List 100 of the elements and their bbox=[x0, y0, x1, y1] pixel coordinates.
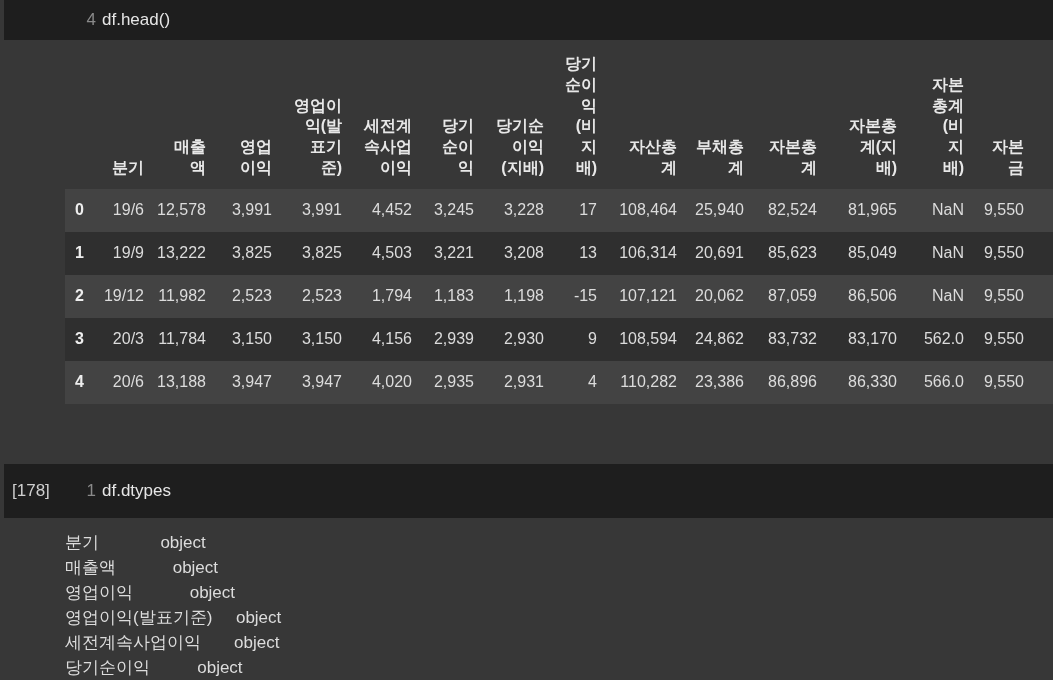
table-cell: 3,228 bbox=[480, 188, 550, 232]
table-cell: -15 bbox=[550, 274, 603, 318]
column-header: 자본총계(지배) bbox=[848, 116, 897, 178]
table-cell: 11,784 bbox=[150, 317, 212, 361]
table-cell: 9,550 bbox=[970, 360, 1030, 404]
table-cell: 2,935 bbox=[418, 360, 480, 404]
table-cell: 13 bbox=[550, 231, 603, 275]
table-cell: 86,330 bbox=[823, 360, 903, 404]
table-cell: 20,691 bbox=[683, 231, 750, 275]
table-cell: 19/9 bbox=[100, 231, 150, 275]
column-header: 자본금 bbox=[991, 137, 1024, 178]
table-cell: 12,578 bbox=[150, 188, 212, 232]
table-cell: 19/12 bbox=[100, 274, 150, 318]
table-cell: 3,825 bbox=[278, 231, 348, 275]
code-cell[interactable]: [178] 1 df.dtypes bbox=[4, 464, 1053, 518]
table-cell: 566.0 bbox=[903, 360, 970, 404]
table-cell: 13,188 bbox=[150, 360, 212, 404]
table-cell: 4,452 bbox=[348, 188, 418, 232]
table-cell: 85,049 bbox=[823, 231, 903, 275]
table-cell: 25,940 bbox=[683, 188, 750, 232]
table-cell: 3,150 bbox=[212, 317, 278, 361]
table-cell: 83,170 bbox=[823, 317, 903, 361]
table-cell: 1,183 bbox=[418, 274, 480, 318]
table-cell: 3,221 bbox=[418, 231, 480, 275]
line-number: 4 bbox=[85, 10, 96, 30]
table-cell: 1,198 bbox=[480, 274, 550, 318]
column-header: 당기순이익(비지배) bbox=[564, 54, 597, 178]
row-index: 2 bbox=[65, 274, 100, 318]
column-header: 당기순이익 bbox=[441, 116, 474, 178]
table-cell: 3,208 bbox=[480, 231, 550, 275]
table-cell: 2,523 bbox=[278, 274, 348, 318]
column-header: 자산총계 bbox=[628, 137, 677, 178]
table-cell: 82,524 bbox=[750, 188, 823, 232]
table-cell: 4,020 bbox=[348, 360, 418, 404]
table-cell: 108,464 bbox=[603, 188, 683, 232]
table-cell: 9,550 bbox=[970, 317, 1030, 361]
cell-prompt: [178] bbox=[11, 481, 51, 501]
table-cell: NaN bbox=[903, 188, 970, 232]
dtypes-line: 당기순이익 object bbox=[65, 657, 243, 679]
column-header: 자본총계(비지배) bbox=[931, 74, 964, 178]
table-cell: 4,156 bbox=[348, 317, 418, 361]
table-cell: 86,506 bbox=[823, 274, 903, 318]
table-cell: 3,825 bbox=[212, 231, 278, 275]
table-cell: 85,623 bbox=[750, 231, 823, 275]
table-cell: 1,794 bbox=[348, 274, 418, 318]
table-cell: 20,062 bbox=[683, 274, 750, 318]
table-cell: 3,150 bbox=[278, 317, 348, 361]
table-cell: 20/3 bbox=[100, 317, 150, 361]
table-cell: 3,991 bbox=[212, 188, 278, 232]
dtypes-line: 분기 object bbox=[65, 532, 206, 554]
table-cell: 3,947 bbox=[278, 360, 348, 404]
table-cell: 86,896 bbox=[750, 360, 823, 404]
table-cell: 3,245 bbox=[418, 188, 480, 232]
row-index: 4 bbox=[65, 360, 100, 404]
table-cell: 2,930 bbox=[480, 317, 550, 361]
column-header: 매출액 bbox=[173, 137, 206, 178]
table-cell: 9,550 bbox=[970, 274, 1030, 318]
table-cell: 3,991 bbox=[278, 188, 348, 232]
code-cell[interactable]: 4 df.head() bbox=[4, 0, 1053, 40]
table-cell: 107,121 bbox=[603, 274, 683, 318]
row-index: 3 bbox=[65, 317, 100, 361]
table-cell: 20/6 bbox=[100, 360, 150, 404]
table-cell: NaN bbox=[903, 231, 970, 275]
table-cell: 2,931 bbox=[480, 360, 550, 404]
table-cell: 9,550 bbox=[970, 231, 1030, 275]
table-cell: 108,594 bbox=[603, 317, 683, 361]
table-cell: 4 bbox=[550, 360, 603, 404]
table-cell: 83,732 bbox=[750, 317, 823, 361]
table-cell: 9 bbox=[550, 317, 603, 361]
table-cell: 17 bbox=[550, 188, 603, 232]
column-header: 영업이익(발표기준) bbox=[293, 95, 342, 178]
table-cell: 2,939 bbox=[418, 317, 480, 361]
table-cell: 24,862 bbox=[683, 317, 750, 361]
row-index: 1 bbox=[65, 231, 100, 275]
code-text: df.dtypes bbox=[102, 481, 171, 501]
table-cell: 87,059 bbox=[750, 274, 823, 318]
table-cell: 11,982 bbox=[150, 274, 212, 318]
dtypes-line: 세전계속사업이익 object bbox=[65, 632, 280, 654]
column-header: 자본총계 bbox=[768, 137, 817, 178]
table-cell: NaN bbox=[903, 274, 970, 318]
line-number: 1 bbox=[85, 481, 96, 501]
dtypes-line: 영업이익 object bbox=[65, 582, 236, 604]
table-cell: 4,503 bbox=[348, 231, 418, 275]
table-cell: 9,550 bbox=[970, 188, 1030, 232]
table-cell: 562.0 bbox=[903, 317, 970, 361]
row-index: 0 bbox=[65, 188, 100, 232]
column-header: 영업이익 bbox=[239, 137, 272, 178]
table-cell: 23,386 bbox=[683, 360, 750, 404]
dtypes-line: 영업이익(발표기준) object bbox=[65, 607, 282, 629]
table-cell: 3,947 bbox=[212, 360, 278, 404]
code-text: df.head() bbox=[102, 10, 171, 30]
dtypes-line: 매출액 object bbox=[65, 557, 219, 579]
column-header: 부채총계 bbox=[695, 137, 744, 178]
column-header: 세전계속사업이익 bbox=[363, 116, 412, 178]
table-cell: 81,965 bbox=[823, 188, 903, 232]
table-cell: 13,222 bbox=[150, 231, 212, 275]
table-cell: 19/6 bbox=[100, 188, 150, 232]
table-cell: 2,523 bbox=[212, 274, 278, 318]
column-header: 당기순이익(지배) bbox=[495, 116, 544, 178]
column-header: 분기 bbox=[112, 158, 144, 178]
